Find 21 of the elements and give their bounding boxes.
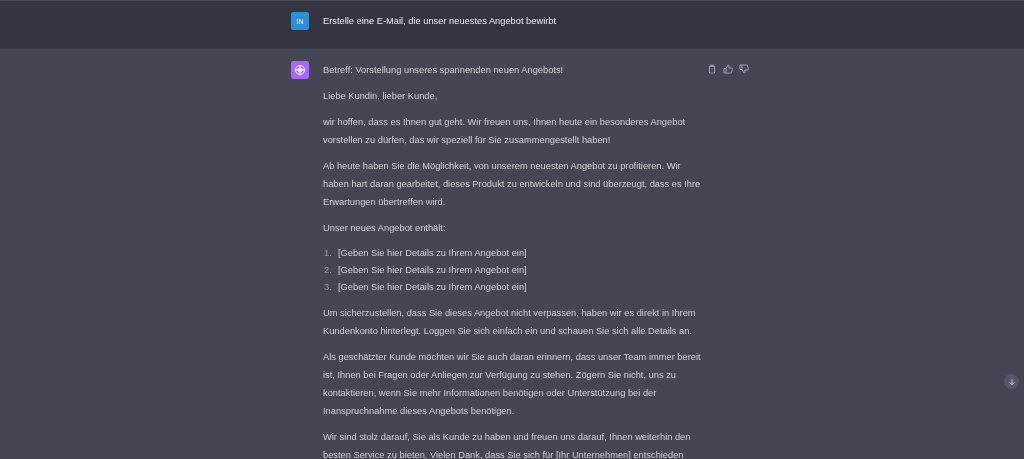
paragraph: Als geschätzter Kunde möchten wir Sie auch daran erinnern, dass unser Team immer bereit ist, Ihnen bei Fragen oder Anliegen zur Verfügung zu stehen. Zögern Sie nicht, uns zu kontaktieren, wenn Sie mehr Informationen benötigen oder Unterstützung bei der Inanspruchnahme dieses Angebots benötigen. — [323, 351, 701, 418]
list-item-text: [Geben Sie hier Details zu Ihrem Angebot ein] — [338, 264, 527, 277]
list-number: 1. — [324, 247, 333, 260]
paragraph: Liebe Kundin, lieber Kunde, — [323, 90, 438, 103]
paragraph: wir hoffen, dass es Ihnen gut geht. Wir freuen uns, Ihnen heute ein besonderes Angebot vorstellen zu dürfen, das wir speziell für Sie zusammengestellt haben! — [323, 116, 686, 147]
list-item-text: [Geben Sie hier Details zu Ihrem Angebot ein] — [338, 247, 527, 260]
thumbs-down-icon[interactable] — [739, 64, 749, 74]
paragraph: Wir sind stolz darauf, Sie als Kunde zu haben und freuen uns darauf, Ihnen weiterhin den besten Service zu bieten. Vielen Dank, dass Sie sich für [Ihr Unternehmen] entschieden — [323, 431, 691, 459]
thumbs-up-icon[interactable] — [723, 64, 733, 74]
paragraph: Um sicherzustellen, dass Sie dieses Angebot nicht verpassen, haben wir es direkt in Ihrem Kundenkonto hinterlegt. Loggen Sie sich einfach ein und schauen Sie sich alle Details an. — [323, 307, 696, 338]
clipboard-icon[interactable] — [707, 64, 717, 74]
assistant-avatar-icon — [291, 61, 309, 79]
scroll-down-button[interactable] — [1004, 374, 1019, 389]
paragraph: Unser neues Angebot enthält: — [323, 222, 446, 235]
list-item-text: [Geben Sie hier Details zu Ihrem Angebot ein] — [338, 281, 527, 294]
paragraph: Ab heute haben Sie die Möglichkeit, von unserem neuesten Angebot zu profitieren. Wir haben hart daran gearbeitet, dieses Produkt zu entwickeln und sind überzeugt, dass es Ihre Erwartungen übertreffen wird. — [323, 160, 701, 209]
list-number: 2. — [324, 264, 333, 277]
prompt-text: Erstelle eine E-Mail, die unser neuestes Angebot bewirbt — [323, 15, 557, 28]
paragraph: Betreff: Vorstellung unseres spannenden neuen Angebots! — [323, 64, 564, 77]
arrow-down-icon — [1007, 377, 1016, 386]
list-number: 3. — [324, 281, 333, 294]
